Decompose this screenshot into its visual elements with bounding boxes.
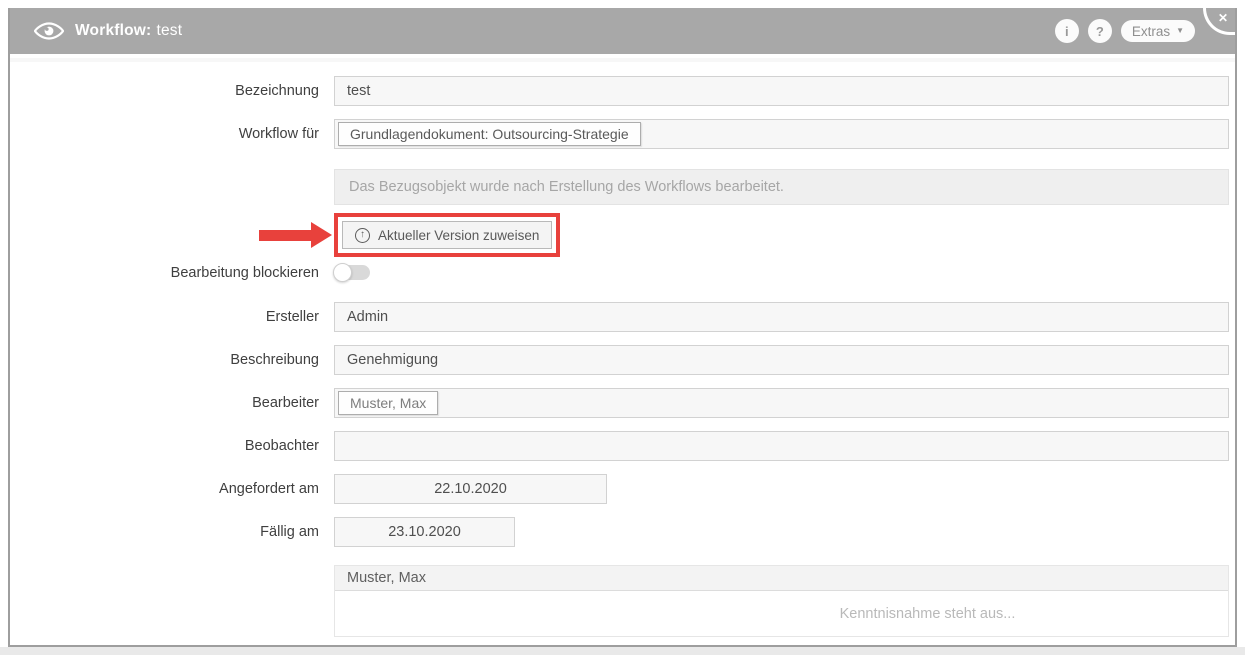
faellig-am-row: Fällig am — [10, 517, 1235, 547]
dialog-title-name: test — [156, 22, 182, 39]
faellig-am-input[interactable] — [334, 517, 515, 547]
ersteller-row: Ersteller — [10, 302, 1235, 332]
ersteller-input[interactable] — [334, 302, 1229, 332]
arrow-up-circle-icon: ↑ — [355, 228, 370, 243]
extras-button-label: Extras — [1132, 24, 1170, 39]
info-button[interactable]: i — [1055, 19, 1079, 43]
bearbeiter-field[interactable]: Muster, Max — [334, 388, 1229, 418]
assign-version-row: ↑ Aktueller Version zuweisen — [10, 213, 1235, 257]
info-icon: i — [1065, 24, 1069, 39]
faellig-am-label: Fällig am — [10, 524, 334, 540]
task-assignee: Muster, Max — [335, 566, 1228, 591]
red-arrow-icon — [259, 222, 332, 248]
help-icon: ? — [1096, 24, 1104, 39]
header-actions: i ? Extras ▼ — [1055, 8, 1195, 54]
task-section: Muster, Max Kenntnisnahme steht aus... — [334, 565, 1229, 637]
dialog-title-prefix: Workflow: — [75, 22, 151, 39]
beobachter-label: Beobachter — [10, 438, 334, 454]
caret-down-icon: ▼ — [1176, 27, 1184, 35]
help-button[interactable]: ? — [1088, 19, 1112, 43]
workflow-dialog: Workflow: test i ? Extras ▼ ✕ Bezeichnung — [8, 8, 1237, 647]
bezeichnung-row: Bezeichnung — [10, 76, 1235, 106]
beschreibung-row: Beschreibung — [10, 345, 1235, 375]
beschreibung-input[interactable] — [334, 345, 1229, 375]
eye-icon — [34, 21, 64, 41]
workflow-fuer-label: Workflow für — [10, 126, 334, 142]
angefordert-am-input[interactable] — [334, 474, 607, 504]
beobachter-row: Beobachter — [10, 431, 1235, 461]
dialog-header: Workflow: test i ? Extras ▼ ✕ — [10, 8, 1235, 54]
task-section-row: Muster, Max Kenntnisnahme steht aus... — [10, 565, 1235, 637]
beschreibung-label: Beschreibung — [10, 352, 334, 368]
workflow-form: Bezeichnung Workflow für Grundlagendokum… — [10, 62, 1235, 637]
workflow-object-chip[interactable]: Grundlagendokument: Outsourcing-Strategi… — [338, 122, 641, 146]
red-highlight-box: ↑ Aktueller Version zuweisen — [334, 213, 560, 257]
ersteller-label: Ersteller — [10, 309, 334, 325]
assign-current-version-button[interactable]: ↑ Aktueller Version zuweisen — [342, 221, 552, 249]
close-icon: ✕ — [1218, 11, 1228, 25]
notice-row: Das Bezugsobjekt wurde nach Erstellung d… — [10, 169, 1235, 205]
bearbeiter-row: Bearbeiter Muster, Max — [10, 388, 1235, 418]
bearbeiter-label: Bearbeiter — [10, 395, 334, 411]
bezeichnung-label: Bezeichnung — [10, 83, 334, 99]
bearbeitung-blockieren-toggle[interactable] — [334, 265, 370, 280]
workflow-fuer-field[interactable]: Grundlagendokument: Outsourcing-Strategi… — [334, 119, 1229, 149]
bezeichnung-input[interactable] — [334, 76, 1229, 106]
beobachter-field[interactable] — [334, 431, 1229, 461]
assign-current-version-label: Aktueller Version zuweisen — [378, 228, 539, 243]
dialog-title: Workflow: test — [75, 22, 182, 40]
angefordert-am-row: Angefordert am — [10, 474, 1235, 504]
page-bottom-strip — [0, 647, 1245, 655]
bearbeitung-blockieren-label: Bearbeitung blockieren — [10, 265, 334, 281]
close-button[interactable]: ✕ — [1203, 8, 1235, 35]
workflow-fuer-row: Workflow für Grundlagendokument: Outsour… — [10, 119, 1235, 149]
toggle-knob — [333, 263, 352, 282]
bezugsobjekt-notice: Das Bezugsobjekt wurde nach Erstellung d… — [334, 169, 1229, 205]
bearbeitung-blockieren-row: Bearbeitung blockieren — [10, 263, 1235, 282]
task-body: Kenntnisnahme steht aus... — [335, 591, 1228, 636]
angefordert-am-label: Angefordert am — [10, 481, 334, 497]
bearbeiter-chip[interactable]: Muster, Max — [338, 391, 438, 415]
extras-button[interactable]: Extras ▼ — [1121, 20, 1195, 42]
task-status: Kenntnisnahme steht aus... — [840, 606, 1016, 622]
